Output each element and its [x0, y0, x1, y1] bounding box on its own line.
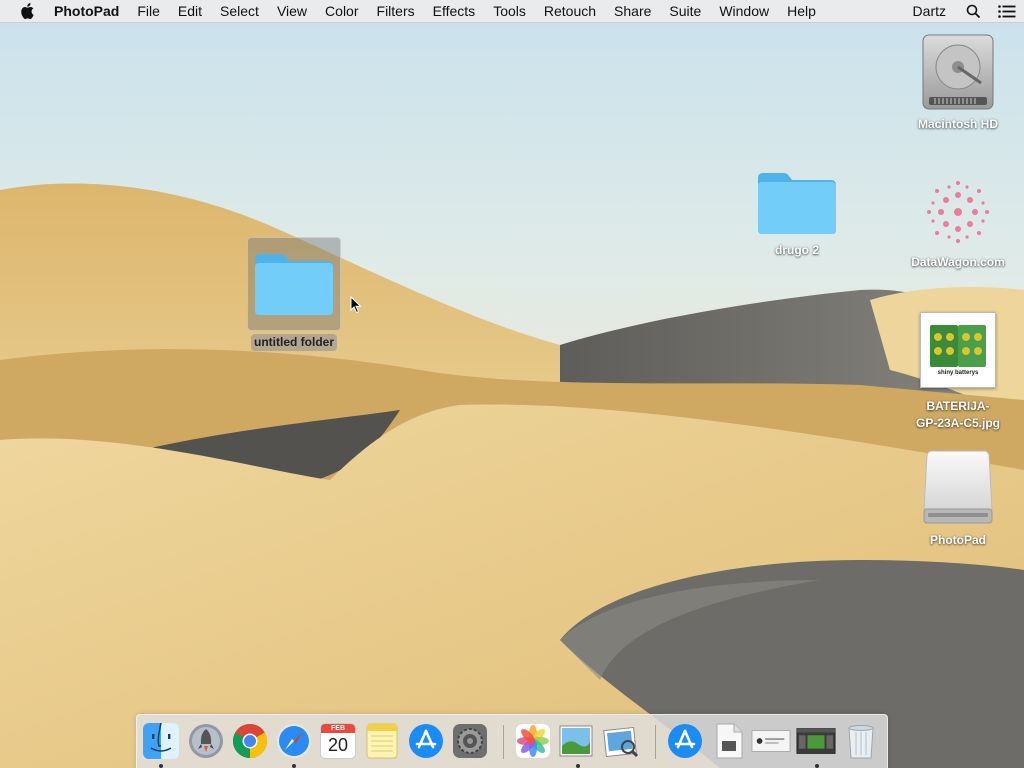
menu-color[interactable]: Color [316, 0, 367, 22]
finder-icon[interactable] [141, 721, 181, 761]
dock-separator [503, 725, 504, 759]
menu-edit[interactable]: Edit [169, 0, 211, 22]
search-icon[interactable] [962, 0, 984, 22]
menu-window[interactable]: Window [710, 0, 778, 22]
image-viewer-icon[interactable] [557, 721, 597, 761]
running-indicator [292, 764, 296, 768]
running-indicator [815, 764, 819, 768]
photopad-window-icon[interactable] [796, 721, 836, 761]
folder-icon [247, 237, 341, 331]
system-preferences-icon[interactable] [450, 721, 490, 761]
menu-share[interactable]: Share [605, 0, 660, 22]
menu-bar: PhotoPad File Edit Select View Color Fil… [0, 0, 1024, 23]
battery-pack-icon [930, 325, 986, 367]
menu-app-name[interactable]: PhotoPad [52, 0, 128, 22]
menu-effects[interactable]: Effects [424, 0, 485, 22]
desktop-icon-datawagon[interactable]: DataWagon.com [898, 174, 1018, 271]
hard-drive-icon [920, 32, 996, 112]
desktop-icon-label: DataWagon.com [911, 255, 1005, 269]
mouse-pointer-icon [350, 296, 362, 314]
desktop-icon-untitled-folder[interactable]: untitled folder [234, 237, 354, 351]
launchpad-icon[interactable] [186, 721, 226, 761]
thumbnail-caption: shiny batterys [937, 370, 979, 376]
menu-filters[interactable]: Filters [368, 0, 424, 22]
calendar-icon[interactable]: FEB 20 [318, 721, 358, 761]
trash-icon[interactable] [841, 721, 881, 761]
menu-help[interactable]: Help [778, 0, 825, 22]
menu-file[interactable]: File [128, 0, 169, 22]
notes-icon[interactable] [362, 721, 402, 761]
document-icon[interactable] [709, 721, 749, 761]
apple-menu-icon[interactable] [18, 2, 36, 20]
desktop-icon-label: Macintosh HD [917, 117, 998, 131]
menu-select[interactable]: Select [211, 0, 268, 22]
image-thumbnail: shiny batterys [920, 312, 996, 388]
calendar-day: 20 [327, 735, 349, 755]
desktop-icon-label: PhotoPad [930, 533, 986, 547]
photos-icon[interactable] [513, 721, 553, 761]
external-drive-icon [920, 446, 996, 528]
desktop-icon-drugo-2[interactable]: drugo 2 [737, 168, 857, 259]
datawagon-file-icon [920, 174, 996, 250]
dock: FEB 20 [136, 714, 888, 768]
desktop-screen: PhotoPad File Edit Select View Color Fil… [0, 0, 1024, 768]
desktop-icon-label-line2: GP-23A-C5.jpg [915, 416, 1000, 430]
list-icon[interactable] [996, 0, 1018, 22]
menu-tools[interactable]: Tools [484, 0, 535, 22]
user-name[interactable]: Dartz [903, 0, 956, 22]
menu-suite[interactable]: Suite [660, 0, 710, 22]
desktop-icon-baterija-jpg[interactable]: shiny batterys BATERIJA- GP-23A-C5.jpg [898, 312, 1018, 432]
menu-bar-status-area: Dartz [903, 0, 1024, 22]
app-store-icon-2[interactable] [665, 721, 705, 761]
safari-icon[interactable] [274, 721, 314, 761]
chrome-icon[interactable] [230, 721, 270, 761]
desktop-icon-label-line1: BATERIJA- [926, 399, 990, 413]
calendar-month: FEB [321, 724, 355, 733]
menu-view[interactable]: View [268, 0, 316, 22]
running-indicator [576, 764, 580, 768]
dock-separator [655, 725, 656, 759]
menu-retouch[interactable]: Retouch [535, 0, 605, 22]
desktop-icon-photopad-volume[interactable]: PhotoPad [898, 446, 1018, 549]
app-store-icon[interactable] [406, 721, 446, 761]
desktop-wallpaper [0, 0, 1024, 768]
preview-icon[interactable] [601, 721, 641, 761]
folder-icon [755, 168, 839, 238]
running-indicator [159, 764, 163, 768]
desktop-icon-macintosh-hd[interactable]: Macintosh HD [898, 32, 1018, 133]
screenshot-icon[interactable] [751, 721, 791, 761]
desktop-icon-label: untitled folder [251, 334, 337, 351]
desktop-icon-label: drugo 2 [775, 243, 819, 257]
